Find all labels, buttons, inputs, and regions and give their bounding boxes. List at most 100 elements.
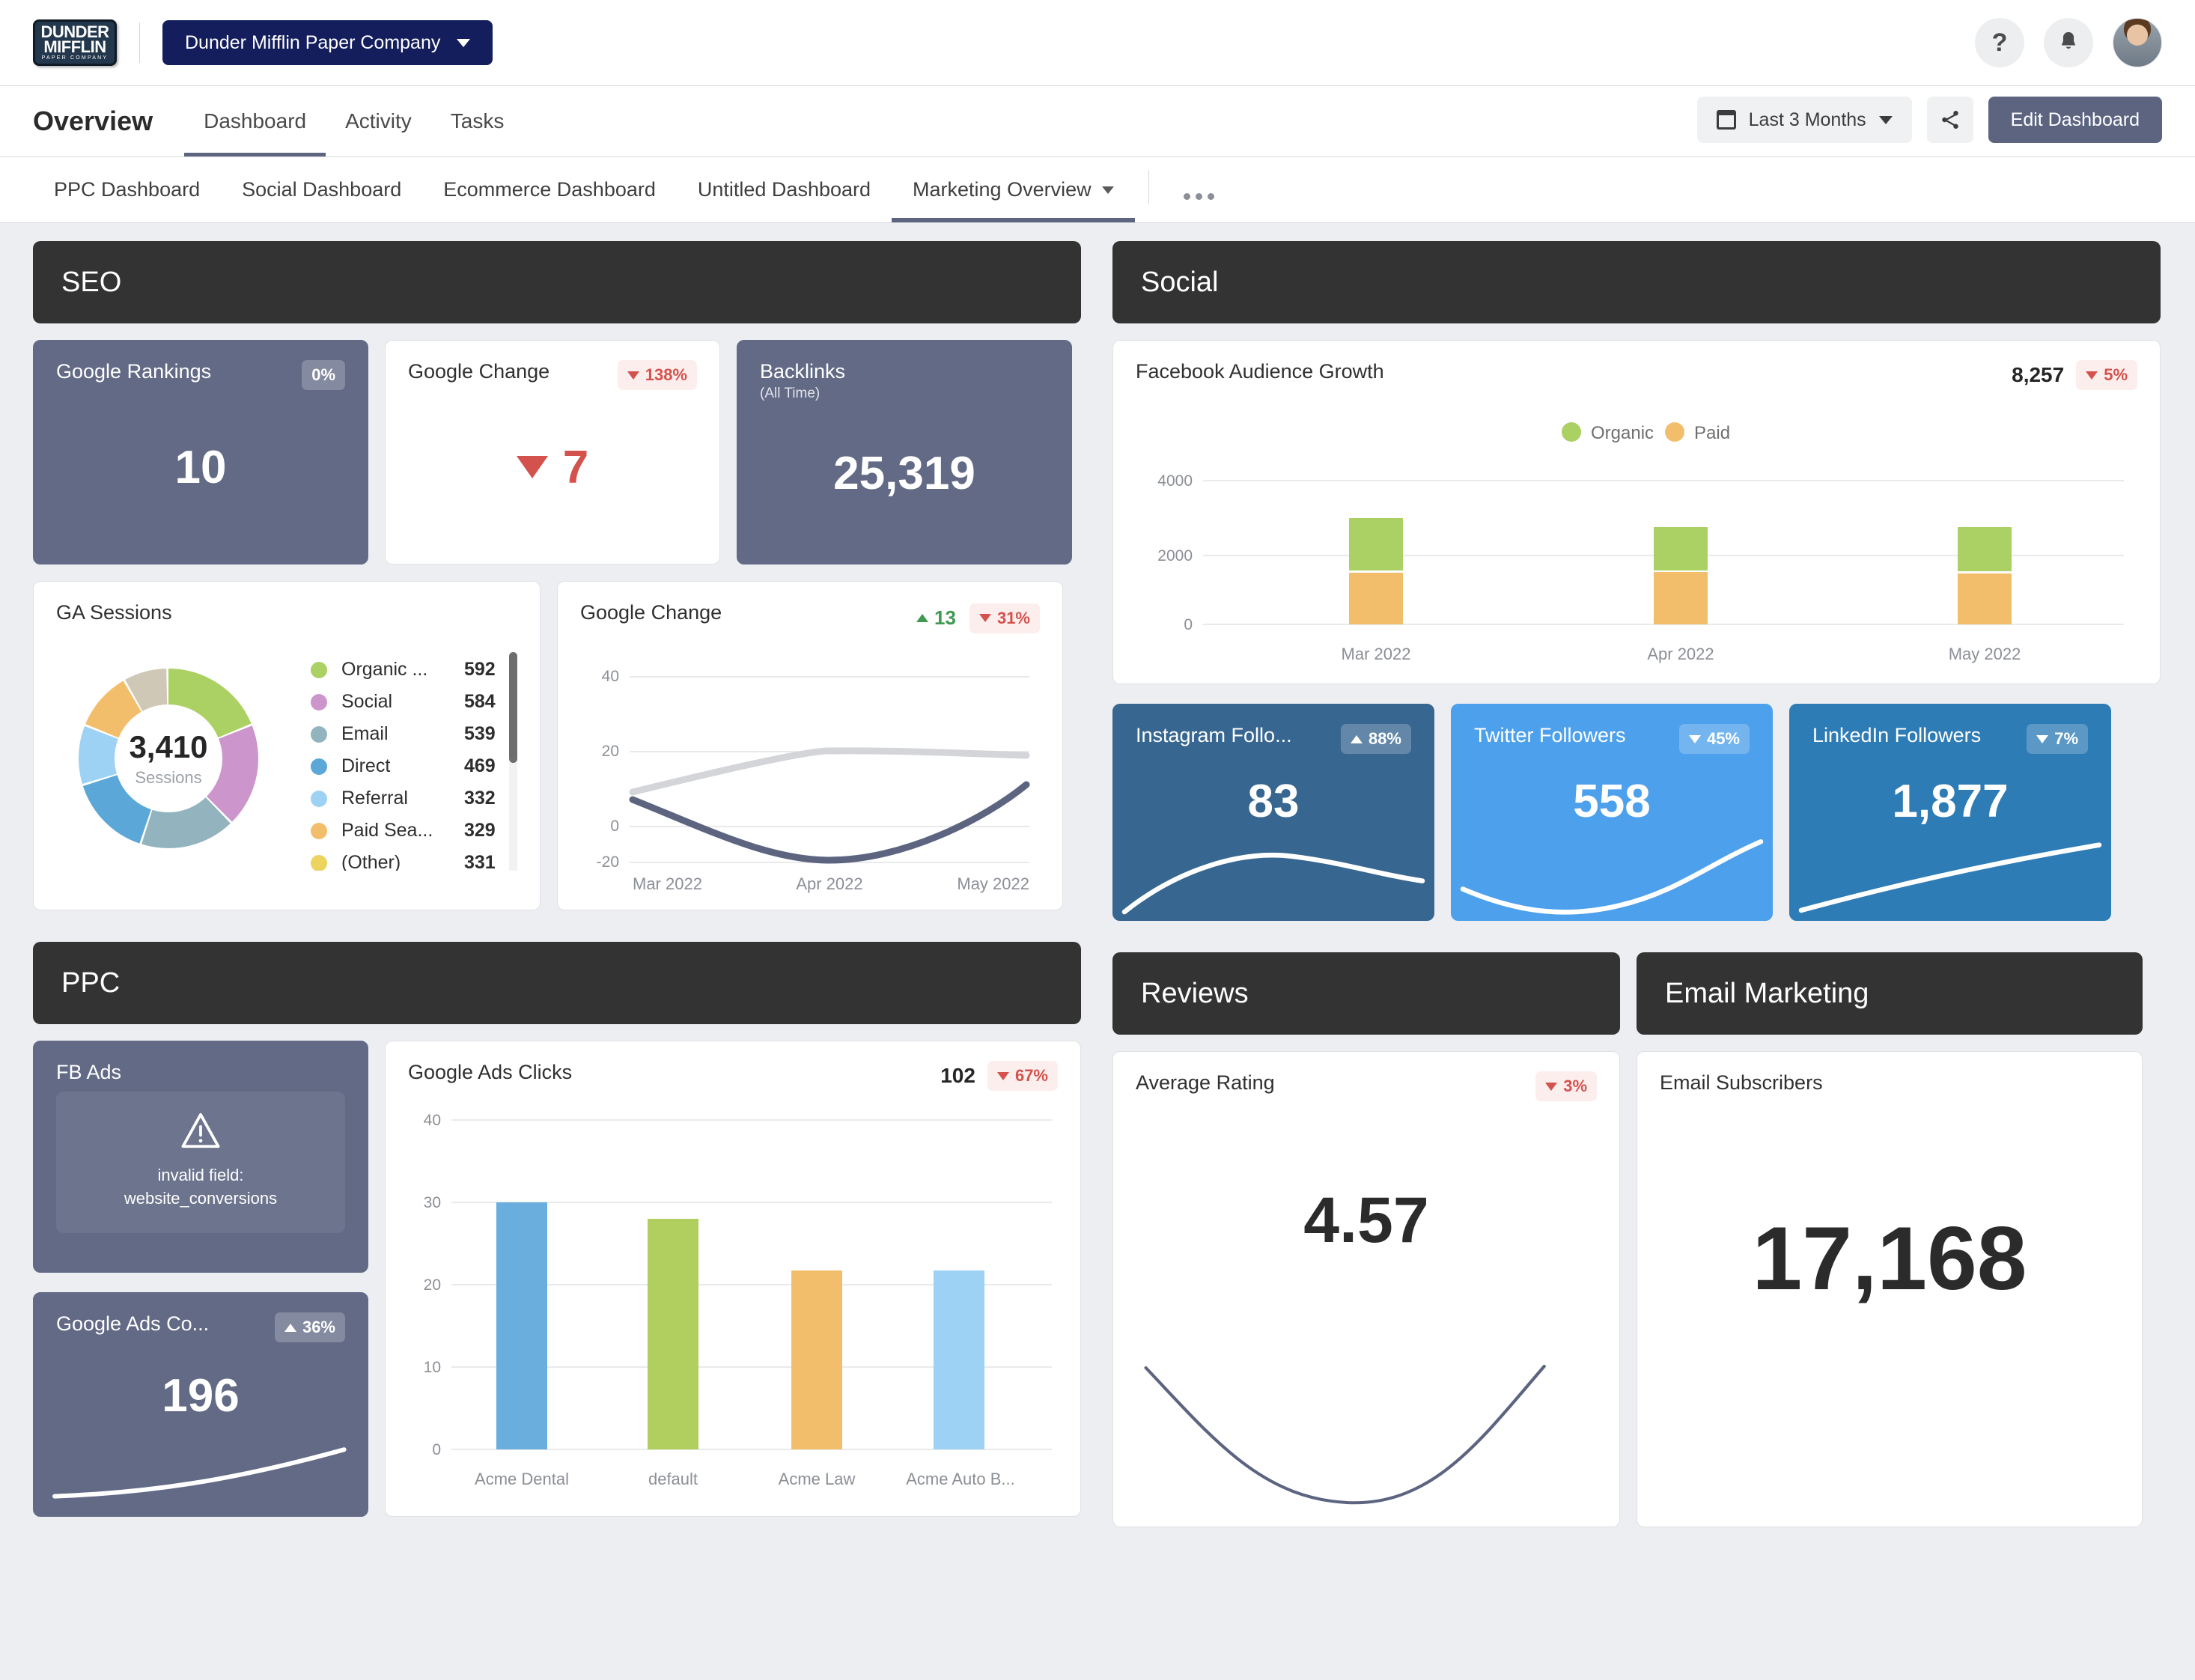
tab-tasks[interactable]: Tasks xyxy=(431,109,524,156)
section-header-email: Email Marketing xyxy=(1637,952,2143,1035)
sparkline-path xyxy=(1144,1365,1546,1505)
card-title: LinkedIn Followers xyxy=(1812,724,1982,746)
card-title: Google Rankings xyxy=(56,360,212,383)
google-change-line-chart: 40 20 0 -20 Mar 2022 Apr 2022 May 2022 xyxy=(597,668,1030,893)
list-item[interactable]: Email 539 xyxy=(311,718,517,750)
legend-label: Organic ... xyxy=(341,659,428,680)
legend-label: Paid Sea... xyxy=(341,820,433,841)
card-title: Google Ads Clicks xyxy=(408,1061,573,1083)
triangle-down-icon xyxy=(1545,1082,1558,1091)
dot xyxy=(1195,193,1202,200)
legend-swatch-organic xyxy=(1562,422,1581,442)
sparkline xyxy=(1452,830,1772,920)
card-fb-ads[interactable]: FB Ads invalid field: website_conversion… xyxy=(33,1041,368,1273)
triangle-down-icon xyxy=(2086,371,2098,380)
list-item[interactable]: (Other) 331 xyxy=(311,847,517,871)
more-options-button[interactable] xyxy=(1163,193,1235,222)
error-line-2: website_conversions xyxy=(124,1188,278,1208)
card-linkedin-followers[interactable]: LinkedIn Followers 7% 1,877 xyxy=(1789,704,2111,921)
ppc-row: FB Ads invalid field: website_conversion… xyxy=(33,1041,1081,1517)
dashboard-tab-social[interactable]: Social Dashboard xyxy=(221,178,422,222)
badge-value: 3% xyxy=(1563,1077,1587,1095)
tab-dashboard[interactable]: Dashboard xyxy=(184,109,326,156)
avatar[interactable] xyxy=(2113,18,2162,67)
kpi-value: 558 xyxy=(1573,776,1651,827)
ppc-left-stack: FB Ads invalid field: website_conversion… xyxy=(33,1041,368,1517)
legend-label: Social xyxy=(341,691,393,712)
sparkline-path xyxy=(1798,842,2102,913)
card-instagram-followers[interactable]: Instagram Follo... 88% 83 xyxy=(1112,704,1434,921)
legend-value: 539 xyxy=(464,723,496,744)
x-tick-acme-dental: Acme Dental xyxy=(475,1470,569,1488)
x-tick-mar: Mar 2022 xyxy=(1342,645,1411,663)
error-line-1: invalid field: xyxy=(157,1166,244,1184)
list-item[interactable]: Referral 332 xyxy=(311,782,517,815)
y-tick-30: 30 xyxy=(424,1194,441,1211)
x-tick-may: May 2022 xyxy=(957,874,1029,893)
edit-dashboard-button[interactable]: Edit Dashboard xyxy=(1988,97,2162,143)
donut-legend[interactable]: Organic ... 592 Social 584 Email 539 Dir… xyxy=(311,646,517,871)
badge-value: 45% xyxy=(1706,729,1740,748)
company-selector[interactable]: Dunder Mifflin Paper Company xyxy=(162,20,493,65)
help-button[interactable]: ? xyxy=(1975,18,2024,67)
nav-tabs: Dashboard Activity Tasks xyxy=(184,86,523,156)
card-header: Instagram Follo... 88% xyxy=(1136,724,1411,754)
sparkline-path xyxy=(1460,839,1764,915)
card-google-change-kpi[interactable]: Google Change 138% 7 xyxy=(385,340,720,564)
header-actions: Last 3 Months Edit Dashboard xyxy=(1696,97,2162,156)
card-google-change-chart[interactable]: Google Change 13 31% 40 20 0 -20 Mar 202… xyxy=(557,581,1063,910)
logo-line-2: MIFFLIN xyxy=(43,37,106,56)
dashboard-tabs: PPC Dashboard Social Dashboard Ecommerce… xyxy=(0,157,2195,223)
status-badge: 88% xyxy=(1340,724,1411,754)
legend-swatch xyxy=(311,758,327,775)
notifications-button[interactable] xyxy=(2044,18,2093,67)
y-tick-0: 0 xyxy=(1184,616,1193,633)
list-item[interactable]: Paid Sea... 329 xyxy=(311,815,517,847)
date-range-picker[interactable]: Last 3 Months xyxy=(1696,97,1912,143)
scrollbar-thumb[interactable] xyxy=(509,652,517,763)
dashboard-tab-ppc[interactable]: PPC Dashboard xyxy=(33,178,221,222)
card-google-ads-clicks[interactable]: Google Ads Clicks 102 67% 40 30 20 10 0 xyxy=(385,1041,1081,1517)
card-header: Google Ads Co... 36% xyxy=(56,1312,345,1342)
status-badge: 0% xyxy=(302,360,345,390)
dashboard-tab-untitled[interactable]: Untitled Dashboard xyxy=(677,178,892,222)
card-backlinks[interactable]: Backlinks (All Time) 25,319 xyxy=(737,340,1072,564)
triangle-down-icon xyxy=(627,371,639,380)
x-tick-apr: Apr 2022 xyxy=(1647,645,1714,663)
card-email-subscribers[interactable]: Email Subscribers 17,168 xyxy=(1637,1051,2143,1527)
calendar-icon xyxy=(1716,110,1736,130)
card-google-ads-conversions[interactable]: Google Ads Co... 36% 196 xyxy=(33,1292,368,1517)
y-tick-0: 0 xyxy=(610,818,619,835)
y-tick-2000: 2000 xyxy=(1157,547,1193,564)
bar-organic-mar xyxy=(1349,518,1403,570)
card-twitter-followers[interactable]: Twitter Followers 45% 558 xyxy=(1451,704,1773,921)
card-title: FB Ads xyxy=(56,1061,122,1083)
card-header: Backlinks (All Time) xyxy=(760,360,1049,402)
card-average-rating[interactable]: Average Rating 3% 4.57 xyxy=(1112,1051,1620,1527)
triangle-down-icon xyxy=(996,1071,1009,1080)
legend-value: 584 xyxy=(464,691,496,712)
list-item[interactable]: Social 584 xyxy=(311,686,517,718)
dashboard-tab-ecommerce[interactable]: Ecommerce Dashboard xyxy=(422,178,677,222)
share-button[interactable] xyxy=(1926,97,1973,143)
card-header: Facebook Audience Growth 8,257 5% xyxy=(1136,360,2137,390)
dashboard-tab-marketing-overview[interactable]: Marketing Overview xyxy=(892,178,1135,222)
list-item[interactable]: Organic ... 592 xyxy=(311,654,517,686)
card-ga-sessions[interactable]: GA Sessions 3,410 Sessions Organic ... 5… xyxy=(33,581,541,910)
card-facebook-audience-growth[interactable]: Facebook Audience Growth 8,257 5% Organi… xyxy=(1112,340,2161,684)
page-header: Overview Dashboard Activity Tasks Last 3… xyxy=(0,86,2195,157)
company-name: Dunder Mifflin Paper Company xyxy=(185,31,441,53)
badge-value: 7% xyxy=(2054,729,2078,748)
bar-acme-dental xyxy=(496,1202,547,1449)
delta-badge: 13 xyxy=(913,601,959,635)
legend-swatch xyxy=(311,661,327,678)
list-item[interactable]: Direct 469 xyxy=(311,750,517,782)
card-google-rankings[interactable]: Google Rankings 0% 10 xyxy=(33,340,368,564)
error-box: invalid field: website_conversions xyxy=(56,1092,345,1233)
total-value: 102 xyxy=(940,1064,975,1087)
triangle-down-icon xyxy=(2036,734,2049,743)
section-header-ppc: PPC xyxy=(33,942,1081,1024)
triangle-down-icon xyxy=(1688,734,1701,743)
card-title: Backlinks xyxy=(760,360,846,383)
tab-activity[interactable]: Activity xyxy=(326,109,431,156)
